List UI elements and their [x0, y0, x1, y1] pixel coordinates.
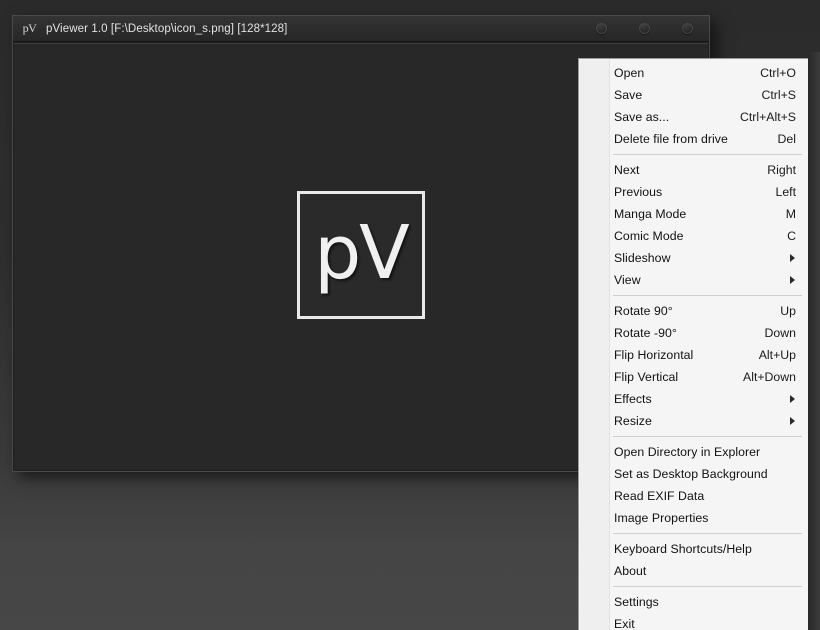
menu-item-shortcut: Alt+Down [743, 370, 796, 384]
menu-item-shortcut: M [785, 207, 796, 221]
menu-item-label: Flip Horizontal [614, 348, 694, 362]
minimize-button[interactable] [596, 23, 607, 34]
menu-item-next[interactable]: Next Right [579, 159, 808, 181]
submenu-arrow-icon [790, 276, 795, 284]
menu-item-image-properties[interactable]: Image Properties [579, 507, 808, 529]
menu-item-shortcut: Ctrl+S [761, 88, 796, 102]
menu-item-label: About [614, 564, 647, 578]
menu-item-shortcut: Left [775, 185, 796, 199]
close-button[interactable] [682, 23, 693, 34]
menu-item-label: Rotate 90° [614, 304, 673, 318]
menu-item-about[interactable]: About [579, 560, 808, 582]
menu-item-label: Save [614, 88, 643, 102]
submenu-arrow-icon [790, 395, 795, 403]
menu-item-rotate-90[interactable]: Rotate 90° Up [579, 300, 808, 322]
menu-item-settings[interactable]: Settings [579, 591, 808, 613]
menu-item-open[interactable]: Open Ctrl+O [579, 62, 808, 84]
menu-item-label: Keyboard Shortcuts/Help [614, 542, 752, 556]
menu-separator [613, 533, 802, 534]
menu-item-rotate-90[interactable]: Rotate -90° Down [579, 322, 808, 344]
displayed-image[interactable]: pV [297, 191, 425, 319]
menu-item-label: Delete file from drive [614, 132, 728, 146]
menu-separator [613, 295, 802, 296]
menu-item-label: Image Properties [614, 511, 709, 525]
menu-item-label: Flip Vertical [614, 370, 679, 384]
menu-item-label: Open Directory in Explorer [614, 445, 761, 459]
menu-item-shortcut: Down [764, 326, 796, 340]
menu-item-flip-vertical[interactable]: Flip Vertical Alt+Down [579, 366, 808, 388]
menu-item-shortcut: Del [777, 132, 796, 146]
menu-item-delete-file-from-drive[interactable]: Delete file from drive Del [579, 128, 808, 150]
menu-item-label: Previous [614, 185, 663, 199]
menu-item-flip-horizontal[interactable]: Flip Horizontal Alt+Up [579, 344, 808, 366]
menu-item-label: Effects [614, 392, 652, 406]
menu-separator [613, 154, 802, 155]
image-logo-text: pV [314, 210, 410, 296]
menu-item-label: Open [614, 66, 645, 80]
menu-item-label: Manga Mode [614, 207, 687, 221]
menu-item-shortcut: C [787, 229, 796, 243]
menu-item-exit[interactable]: Exit [579, 613, 808, 630]
menu-item-save[interactable]: Save Ctrl+S [579, 84, 808, 106]
menu-item-label: Save as... [614, 110, 670, 124]
menu-item-keyboard-shortcuts-help[interactable]: Keyboard Shortcuts/Help [579, 538, 808, 560]
menu-item-shortcut: Ctrl+Alt+S [739, 110, 796, 124]
menu-separator [613, 586, 802, 587]
menu-item-label: Resize [614, 414, 652, 428]
window-controls [596, 16, 693, 41]
menu-item-label: Rotate -90° [614, 326, 677, 340]
menu-item-resize[interactable]: Resize [579, 410, 808, 432]
menu-item-shortcut: Up [780, 304, 796, 318]
menu-item-label: Slideshow [614, 251, 671, 265]
menu-item-set-as-desktop-background[interactable]: Set as Desktop Background [579, 463, 808, 485]
menu-item-label: View [614, 273, 641, 287]
context-menu-items: Open Ctrl+O Save Ctrl+S Save as... Ctrl+Alt+S… [579, 62, 808, 630]
menu-item-label: Settings [614, 595, 659, 609]
menu-item-shortcut: Ctrl+O [760, 66, 796, 80]
menu-item-save-as[interactable]: Save as... Ctrl+Alt+S [579, 106, 808, 128]
menu-item-shortcut: Right [767, 163, 796, 177]
maximize-button[interactable] [639, 23, 650, 34]
menu-item-comic-mode[interactable]: Comic Mode C [579, 225, 808, 247]
menu-item-label: Next [614, 163, 640, 177]
menu-item-previous[interactable]: Previous Left [579, 181, 808, 203]
menu-separator [613, 436, 802, 437]
menu-right-shadow [808, 52, 820, 630]
menu-item-manga-mode[interactable]: Manga Mode M [579, 203, 808, 225]
context-menu[interactable]: Open Ctrl+O Save Ctrl+S Save as... Ctrl+Alt+S… [578, 58, 808, 630]
app-icon: pV [22, 21, 37, 35]
submenu-arrow-icon [790, 417, 795, 425]
menu-item-view[interactable]: View [579, 269, 808, 291]
menu-item-slideshow[interactable]: Slideshow [579, 247, 808, 269]
menu-item-read-exif-data[interactable]: Read EXIF Data [579, 485, 808, 507]
menu-item-label: Set as Desktop Background [614, 467, 768, 481]
title-bar[interactable]: pV pViewer 1.0 [F:\Desktop\icon_s.png] [… [13, 16, 709, 42]
menu-item-label: Read EXIF Data [614, 489, 705, 503]
menu-item-shortcut: Alt+Up [758, 348, 796, 362]
window-title: pViewer 1.0 [F:\Desktop\icon_s.png] [128… [46, 22, 288, 35]
menu-item-open-directory-in-explorer[interactable]: Open Directory in Explorer [579, 441, 808, 463]
menu-item-label: Comic Mode [614, 229, 684, 243]
menu-item-label: Exit [614, 617, 635, 630]
menu-item-effects[interactable]: Effects [579, 388, 808, 410]
submenu-arrow-icon [790, 254, 795, 262]
